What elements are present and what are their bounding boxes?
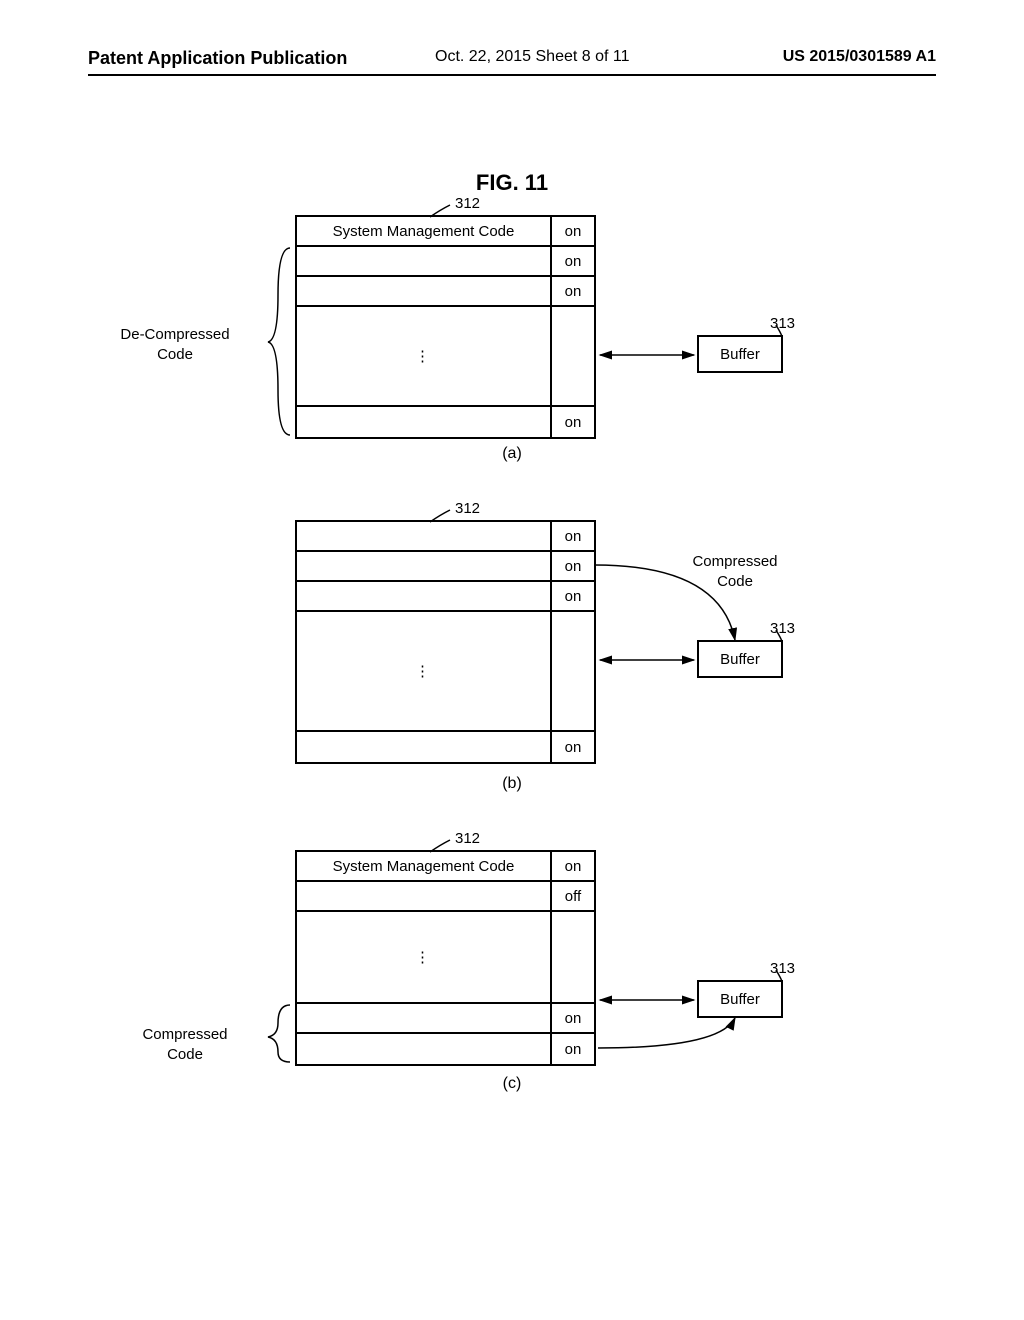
subfigure-a: 312 System Management Code on on on ⋮ on… [0, 195, 1024, 525]
cell-status [552, 912, 594, 1004]
cell-status: on [552, 552, 594, 582]
cell-main [297, 1034, 552, 1064]
cell-main [297, 882, 552, 912]
ref-312-b: 312 [455, 500, 480, 517]
buffer-label: Buffer [720, 991, 760, 1008]
buffer-label: Buffer [720, 651, 760, 668]
cell-status: on [552, 277, 594, 307]
cell-main [297, 247, 552, 277]
subfigure-b: 312 on on on ⋮ on Compressed Code 313 Bu… [0, 500, 1024, 850]
table-b: on on on ⋮ on [295, 520, 596, 764]
cell-main [297, 732, 552, 762]
label-compressed-c: Compressed Code [120, 1025, 250, 1064]
cell-vdots: ⋮ [297, 612, 552, 732]
page-header: Patent Application Publication Oct. 22, … [0, 48, 1024, 78]
cell-status: off [552, 882, 594, 912]
cell-main [297, 1004, 552, 1034]
header-publication: Patent Application Publication [88, 48, 347, 69]
cell-status: on [552, 852, 594, 882]
cell-vdots: ⋮ [297, 307, 552, 407]
cell-status: on [552, 247, 594, 277]
cell-main [297, 582, 552, 612]
cell-status [552, 307, 594, 407]
header-rule [88, 74, 936, 76]
cell-status: on [552, 522, 594, 552]
cell-status: on [552, 1034, 594, 1064]
ref-312-a: 312 [455, 195, 480, 212]
figure-title: FIG. 11 [0, 170, 1024, 196]
label-decompressed: De-Compressed Code [100, 325, 250, 364]
cell-status: on [552, 407, 594, 437]
cell-main [297, 277, 552, 307]
ref-313-c: 313 [770, 960, 795, 977]
cell-main [297, 522, 552, 552]
buffer-box-a: Buffer [697, 335, 783, 373]
subfig-label-a: (a) [0, 445, 1024, 463]
header-docnum: US 2015/0301589 A1 [783, 48, 936, 66]
cell-smc: System Management Code [297, 852, 552, 882]
table-a: System Management Code on on on ⋮ on [295, 215, 596, 439]
cell-main [297, 407, 552, 437]
cell-status: on [552, 1004, 594, 1034]
ref-313-b: 313 [770, 620, 795, 637]
buffer-box-c: Buffer [697, 980, 783, 1018]
label-compressed-b: Compressed Code [660, 552, 810, 591]
cell-status: on [552, 217, 594, 247]
subfig-label-c: (c) [0, 1075, 1024, 1093]
subfigure-c: 312 System Management Code on off ⋮ on o… [0, 830, 1024, 1180]
buffer-box-b: Buffer [697, 640, 783, 678]
cell-status: on [552, 582, 594, 612]
cell-main [297, 552, 552, 582]
header-sheet: Oct. 22, 2015 Sheet 8 of 11 [435, 48, 630, 66]
subfig-label-b: (b) [0, 775, 1024, 793]
cell-status [552, 612, 594, 732]
table-c: System Management Code on off ⋮ on on [295, 850, 596, 1066]
cell-status: on [552, 732, 594, 762]
ref-313-a: 313 [770, 315, 795, 332]
cell-smc: System Management Code [297, 217, 552, 247]
ref-312-c: 312 [455, 830, 480, 847]
buffer-label: Buffer [720, 346, 760, 363]
cell-vdots: ⋮ [297, 912, 552, 1004]
